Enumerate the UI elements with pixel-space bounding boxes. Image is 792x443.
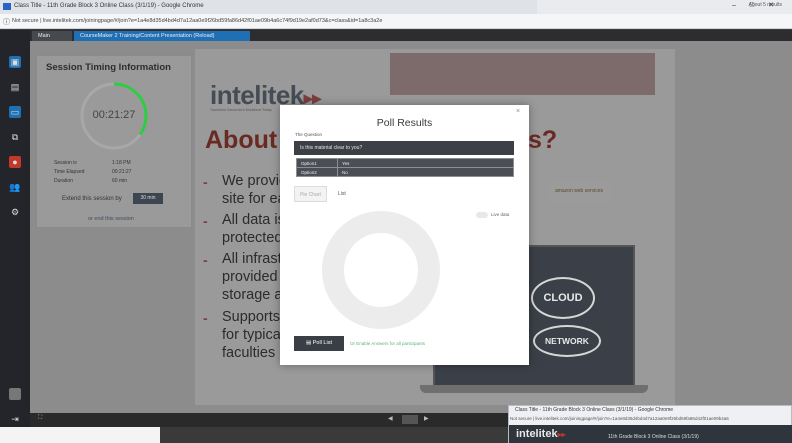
second-window-title: Class Title - 11th Grade Block 3 Online … <box>515 407 674 413</box>
tab-list[interactable]: List <box>338 191 346 197</box>
option-cell: Option1 <box>296 158 338 168</box>
poll-list-button[interactable]: ▤ Poll List <box>294 336 344 351</box>
table-row: Option2 No <box>296 167 514 177</box>
fullscreen-icon[interactable]: ⛶ <box>38 415 42 422</box>
info-icon[interactable]: ⓘ <box>3 17 10 27</box>
page-input[interactable] <box>402 415 418 424</box>
avatar[interactable] <box>9 388 21 400</box>
session-row-label: Time Elapsed <box>54 169 85 175</box>
screen-share-icon[interactable]: ⧉ <box>9 131 21 143</box>
slide-heading: About <box>205 126 278 154</box>
logo-tagline: Transform Tomorrow's Workforce Today <box>210 108 272 112</box>
results-donut-chart <box>322 211 440 329</box>
modal-title: Poll Results <box>376 117 433 129</box>
next-slide-icon[interactable]: ▶ <box>424 415 429 422</box>
maximize-icon[interactable]: □ <box>750 2 768 9</box>
record-icon[interactable]: ● <box>9 156 21 168</box>
close-icon[interactable]: × <box>516 108 520 115</box>
session-row-label: Session is <box>54 160 77 166</box>
close-window-icon[interactable]: ✕ <box>768 2 788 9</box>
bullet-dash-1: - <box>203 174 208 190</box>
slide-heading-end: s? <box>528 126 558 154</box>
tab-bar: Main CourseMaker 2 Training/Content Pres… <box>30 30 792 41</box>
chat-icon[interactable]: ▭ <box>9 106 21 118</box>
taskbar-strip <box>0 427 160 443</box>
list-icon: ▤ <box>306 340 313 346</box>
session-row-value: 00:21:27 <box>112 169 132 175</box>
enable-answers-link[interactable]: Or Enable Answers for all participants <box>350 341 425 346</box>
chrome-favicon-icon <box>3 3 11 10</box>
question-box: Is this material clear to you? <box>294 141 514 155</box>
second-window-class-name: 11th Grade Block 3 Online Class (3/1/19) <box>608 434 699 440</box>
slide-bullet-2: All data is protected <box>222 212 285 246</box>
answer-cell: No <box>337 167 514 177</box>
extend-session-button[interactable]: 30 min <box>133 193 163 204</box>
session-row-label: Duration <box>54 178 73 184</box>
left-toolbar: ▣ ▤ ▭ ⧉ ● 👥 ⚙ ⇥ <box>0 30 30 443</box>
bullet-dash-2: - <box>203 213 208 229</box>
prev-slide-icon[interactable]: ◀ <box>388 415 393 422</box>
address-bar[interactable]: ⓘ Not secure | live.intelitek.com/joinin… <box>0 14 792 29</box>
question-label: The Question <box>295 132 323 137</box>
settings-icon[interactable]: ⚙ <box>9 206 21 218</box>
minimize-icon[interactable]: – <box>732 2 750 9</box>
slide-banner-image <box>390 53 655 95</box>
cloud-bubble: CLOUD <box>531 277 595 319</box>
session-timer: 00:21:27 <box>92 109 136 121</box>
exit-icon[interactable]: ⇥ <box>9 413 21 425</box>
aws-logo: amazon web services <box>548 180 610 202</box>
second-window-address[interactable]: Not secure | live.intelitek.com/joiningp… <box>510 416 790 424</box>
tab-presentation[interactable]: CourseMaker 2 Training/Content Presentat… <box>74 31 250 41</box>
answer-cell: Yes <box>337 158 514 168</box>
toggle-label: Live data <box>491 212 510 217</box>
slide-bullet-1: We provid site for ea <box>222 173 288 207</box>
option-cell: Option2 <box>296 167 338 177</box>
live-data-toggle[interactable] <box>476 212 488 218</box>
session-row-value: 1:18 PM <box>112 160 131 166</box>
window-controls[interactable]: –□✕ <box>732 1 788 9</box>
address-url[interactable]: Not secure | live.intelitek.com/joiningp… <box>12 18 382 24</box>
whiteboard-icon[interactable]: ▤ <box>9 81 21 93</box>
options-table: Option1 Yes Option2 No <box>296 158 514 177</box>
tab-main[interactable]: Main <box>32 31 72 41</box>
tab-pie-chart[interactable]: Pie Chart <box>294 186 327 202</box>
extend-label: Extend this session by <box>62 196 122 202</box>
second-window-logo: intelitek▸▸ <box>516 428 566 440</box>
bullet-dash-3: - <box>203 252 208 268</box>
participants-icon[interactable]: 👥 <box>9 181 21 193</box>
table-row: Option1 Yes <box>296 158 514 168</box>
network-bubble: NETWORK <box>533 325 601 357</box>
laptop-base <box>420 385 648 393</box>
end-session-link[interactable]: or end this session <box>88 216 134 222</box>
bullet-dash-4: - <box>203 310 208 326</box>
session-row-value: 60 min <box>112 178 128 184</box>
session-panel-title: Session Timing Information <box>46 62 171 73</box>
presentation-icon[interactable]: ▣ <box>9 56 21 68</box>
window-title: Class Title - 11th Grade Block 3 Online … <box>14 3 204 9</box>
